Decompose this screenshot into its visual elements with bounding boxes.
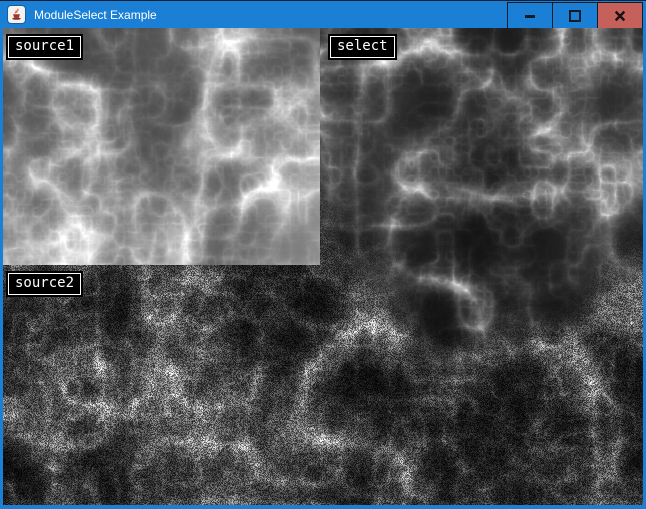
source1-label-text: source1 (15, 38, 74, 54)
minimize-button[interactable] (507, 2, 553, 29)
maximize-icon (569, 10, 581, 22)
image-label-select: select (330, 36, 395, 58)
app-window: ModuleSelect Example source (0, 0, 646, 509)
minimize-icon (524, 10, 536, 22)
image-label-source1: source1 (8, 36, 81, 58)
close-icon (614, 10, 626, 22)
maximize-button[interactable] (552, 2, 598, 29)
java-app-icon (8, 6, 25, 23)
window-controls (508, 1, 643, 29)
java-coffee-cup-icon (10, 8, 23, 21)
source2-label-text: source2 (15, 275, 74, 291)
source2-image-region (3, 265, 320, 505)
window-title: ModuleSelect Example (34, 8, 157, 22)
source1-image (3, 28, 320, 265)
select-label-text: select (337, 38, 388, 54)
titlebar[interactable]: ModuleSelect Example (0, 0, 646, 28)
close-button[interactable] (597, 2, 643, 29)
client-area: source1 select source2 (3, 28, 643, 505)
image-label-source2: source2 (8, 273, 81, 295)
